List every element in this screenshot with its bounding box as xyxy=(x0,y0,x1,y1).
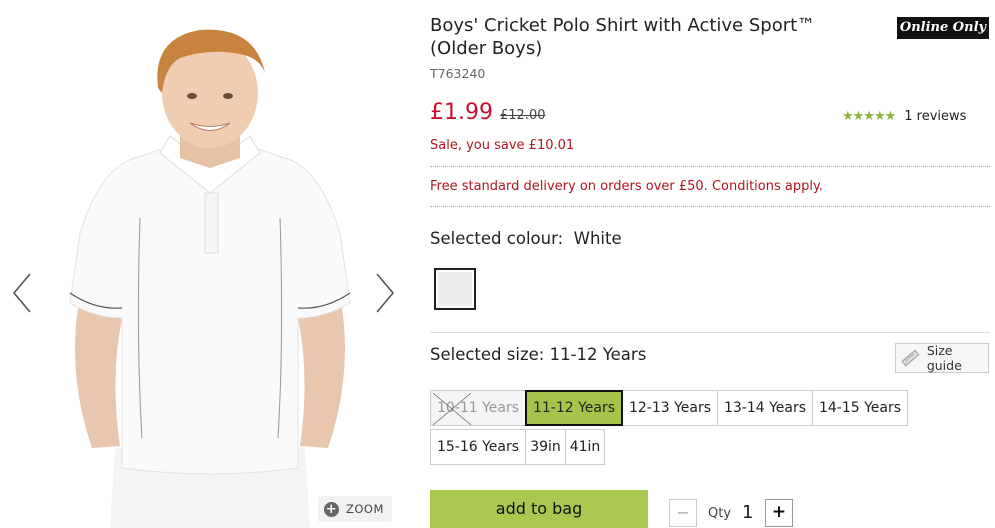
size-option-15-16[interactable]: 15-16 Years xyxy=(430,429,526,465)
product-rating[interactable]: ★★★★★ 1 reviews xyxy=(842,109,966,124)
qty-input[interactable]: 1 xyxy=(742,502,753,523)
qty-label: Qty xyxy=(708,506,732,521)
size-options: 10-11 Years 11-12 Years 12-13 Years 13-1… xyxy=(430,390,990,468)
product-title: Boys' Cricket Polo Shirt with Active Spo… xyxy=(430,15,816,59)
product-image xyxy=(69,29,351,528)
qty-decrease-button[interactable]: − xyxy=(669,499,697,527)
size-guide-label: Size guide xyxy=(926,343,962,373)
size-option-14-15[interactable]: 14-15 Years xyxy=(812,390,908,426)
size-option-13-14[interactable]: 13-14 Years xyxy=(717,390,813,426)
chevron-right-icon[interactable] xyxy=(373,272,397,314)
colour-value: White xyxy=(573,229,622,248)
divider xyxy=(430,332,990,333)
online-only-badge: Online Only xyxy=(897,17,989,39)
ruler-icon xyxy=(901,349,920,367)
star-rating-icon: ★★★★★ xyxy=(842,109,896,124)
product-gallery: + ZOOM xyxy=(0,0,410,528)
size-label: Selected size: xyxy=(430,345,545,364)
selected-size: Selected size: 11-12 Years xyxy=(430,345,646,364)
divider xyxy=(430,166,990,167)
plus-circle-icon: + xyxy=(324,501,339,517)
size-value: 11-12 Years xyxy=(549,345,647,364)
chevron-left-icon[interactable] xyxy=(10,272,34,314)
add-to-bag-button[interactable]: add to bag xyxy=(430,490,648,528)
size-option-41in[interactable]: 41in xyxy=(565,429,605,465)
zoom-button[interactable]: + ZOOM xyxy=(318,496,392,522)
saving-text: Sale, you save £10.01 xyxy=(430,138,575,153)
selected-colour: Selected colour: White xyxy=(430,229,622,248)
size-row: 15-16 Years 39in 41in xyxy=(430,429,990,465)
size-guide-button[interactable]: Size guide xyxy=(895,343,989,373)
zoom-label: ZOOM xyxy=(346,502,384,516)
qty-increase-button[interactable]: + xyxy=(765,499,793,527)
divider xyxy=(430,206,990,207)
size-option-10-11[interactable]: 10-11 Years xyxy=(430,390,526,426)
swatch-fill xyxy=(438,272,472,306)
current-price: £1.99 xyxy=(430,100,493,125)
size-option-39in[interactable]: 39in xyxy=(525,429,566,465)
reviews-link[interactable]: 1 reviews xyxy=(904,109,966,124)
size-row: 10-11 Years 11-12 Years 12-13 Years 13-1… xyxy=(430,390,990,426)
unavailable-cross-icon xyxy=(432,392,472,426)
size-option-12-13[interactable]: 12-13 Years xyxy=(622,390,718,426)
size-option-11-12[interactable]: 11-12 Years xyxy=(525,390,623,426)
delivery-info[interactable]: Free standard delivery on orders over £5… xyxy=(430,179,823,194)
was-price: £12.00 xyxy=(500,108,546,123)
colour-label: Selected colour: xyxy=(430,229,564,248)
product-sku: T763240 xyxy=(430,66,486,81)
colour-swatch-white[interactable] xyxy=(434,268,476,310)
